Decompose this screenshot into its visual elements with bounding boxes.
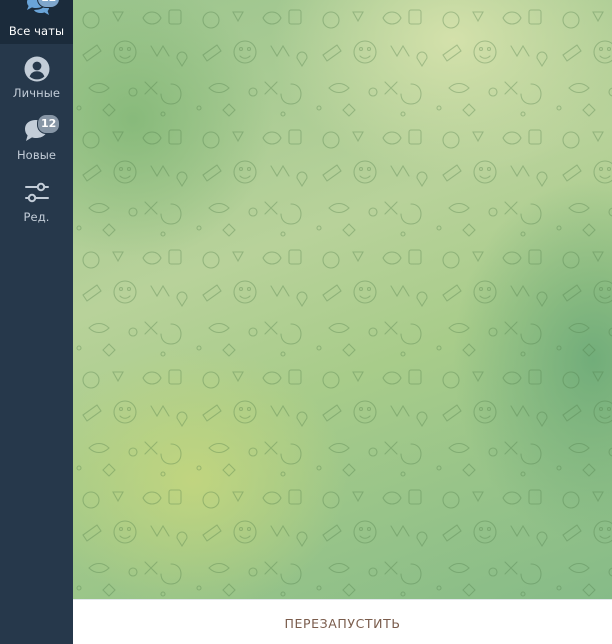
chat-area: ПЕРЕЗАПУСТИТЬ [73, 0, 612, 644]
folder-new-badge: 12 [37, 114, 61, 134]
restart-button[interactable]: ПЕРЕЗАПУСТИТЬ [270, 610, 414, 637]
telegram-window: 12 Все чаты Личные 12 Новые [0, 0, 612, 644]
doodle-pattern [73, 0, 612, 599]
folder-new[interactable]: 12 Новые [0, 114, 73, 178]
folder-personal-label: Личные [12, 86, 61, 100]
folders-sidebar: 12 Все чаты Личные 12 Новые [0, 0, 73, 644]
folder-all-chats-label: Все чаты [8, 24, 65, 38]
person-icon [24, 56, 50, 82]
chat-wallpaper [73, 0, 612, 599]
sliders-icon [24, 182, 50, 208]
folder-personal[interactable]: Личные [0, 54, 73, 116]
folder-edit-label: Ред. [23, 210, 50, 224]
folder-all-chats[interactable]: 12 Все чаты [0, 0, 73, 44]
folder-new-label: Новые [16, 148, 57, 162]
bottom-bar: ПЕРЕЗАПУСТИТЬ [73, 599, 612, 644]
folder-edit[interactable]: Ред. [0, 178, 73, 240]
